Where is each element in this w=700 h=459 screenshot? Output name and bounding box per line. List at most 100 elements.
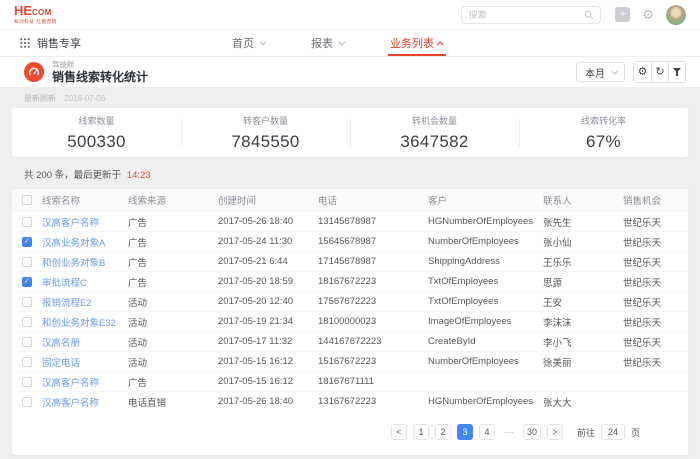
period-select[interactable]: 本月 xyxy=(576,62,625,82)
created-time-cell: 2017-05-15 16:12 xyxy=(218,376,318,387)
filter-button[interactable] xyxy=(668,62,685,82)
customer-cell: TxtOfEmployees xyxy=(428,276,543,287)
nav-tab[interactable]: 报表 xyxy=(311,30,343,56)
customer-cell: TxtOfEmployees xyxy=(428,296,543,307)
row-checkbox[interactable]: ✓ xyxy=(22,277,32,287)
row-checkbox-cell: ✓ xyxy=(12,397,42,407)
column-header: 销售机会 xyxy=(623,193,688,207)
row-checkbox[interactable]: ✓ xyxy=(22,257,32,267)
row-checkbox[interactable]: ✓ xyxy=(22,317,32,327)
search-icon xyxy=(584,10,594,20)
row-checkbox[interactable]: ✓ xyxy=(22,337,32,347)
stats-card: 线索数量 500330 转客户数量 7845550 转机会数量 3647582 … xyxy=(12,108,688,157)
stat-item: 转客户数量 7845550 xyxy=(181,108,350,157)
customer-cell: HGNumberOfEmployees xyxy=(428,216,543,227)
row-checkbox-cell: ✓ xyxy=(12,217,42,227)
page-button[interactable]: 30 xyxy=(523,424,541,440)
table-row: ✓ 汉高名册 活动 2017-05-17 11:32 144167672223 … xyxy=(12,331,688,351)
header-toolbar: 本月 ⚙ ↻ xyxy=(576,61,686,83)
opportunity-cell: 世纪乐天 xyxy=(623,295,688,309)
settings-gear-icon[interactable]: ⚙ xyxy=(642,8,654,21)
lead-name-link[interactable]: 审批流程C xyxy=(42,275,128,289)
page-button[interactable]: 3 xyxy=(457,424,473,440)
phone-cell: 15645678987 xyxy=(318,236,428,247)
lead-name-link[interactable]: 汉高客户名称 xyxy=(42,215,128,229)
phone-cell: 18167672223 xyxy=(318,276,428,287)
row-checkbox-cell: ✓ xyxy=(12,277,42,287)
table-row: ✓ 和创业务对象B 广告 2017-05-21 6:44 17145678987… xyxy=(12,251,688,271)
phone-cell: 144167672223 xyxy=(318,336,428,347)
lead-name-link[interactable]: 汉高名册 xyxy=(42,335,128,349)
column-header: 电话 xyxy=(318,193,428,207)
workspace-switcher[interactable]: 销售专享 xyxy=(20,30,232,56)
dashboard-gauge-icon xyxy=(24,62,44,82)
row-checkbox[interactable]: ✓ xyxy=(22,217,32,227)
row-checkbox[interactable]: ✓ xyxy=(22,357,32,367)
row-checkbox[interactable]: ✓ xyxy=(22,377,32,387)
nav-tab[interactable]: 业务列表 xyxy=(390,30,444,56)
lead-name-link[interactable]: 报销流程E2 xyxy=(42,295,128,309)
contact-cell: 张大大 xyxy=(543,395,623,409)
created-time-cell: 2017-05-24 11:30 xyxy=(218,236,318,247)
opportunity-cell: 世纪乐天 xyxy=(623,315,688,329)
chevron-icon xyxy=(437,41,444,48)
add-button[interactable]: + xyxy=(615,7,630,22)
user-avatar[interactable] xyxy=(666,5,686,25)
contact-cell: 李小飞 xyxy=(543,335,623,349)
lead-name-link[interactable]: 汉高客户名称 xyxy=(42,395,128,409)
lead-source-cell: 广告 xyxy=(128,235,218,249)
created-time-cell: 2017-05-21 6:44 xyxy=(218,256,318,267)
created-time-cell: 2017-05-17 11:32 xyxy=(218,336,318,347)
customer-cell: ImageOfEmployees xyxy=(428,316,543,327)
summary-time: 14:23 xyxy=(127,170,151,181)
phone-cell: 13145678987 xyxy=(318,216,428,227)
lead-name-link[interactable]: 和创业务对象E32 xyxy=(42,315,128,329)
hecom-logo[interactable]: HECOM 和创科技·红圈营销 xyxy=(14,4,57,25)
phone-cell: 17145678987 xyxy=(318,256,428,267)
column-header: 线索来源 xyxy=(128,193,218,207)
page-button[interactable]: ··· xyxy=(501,424,517,440)
page-button[interactable]: 4 xyxy=(479,424,495,440)
lead-name-link[interactable]: 和创业务对象B xyxy=(42,255,128,269)
contact-cell: 张先生 xyxy=(543,215,623,229)
next-page-button[interactable]: > xyxy=(547,424,563,440)
table-row: ✓ 审批流程C 广告 2017-05-20 18:59 18167672223 … xyxy=(12,271,688,291)
lead-name-link[interactable]: 汉高业务对象A xyxy=(42,235,128,249)
logo-tagline: 和创科技·红圈营销 xyxy=(14,20,57,25)
refresh-label: 最新刷新 xyxy=(24,94,56,103)
row-checkbox[interactable]: ✓ xyxy=(22,397,32,407)
phone-cell: 13167672223 xyxy=(318,396,428,407)
page-category: 驾驶舱 xyxy=(52,61,148,69)
select-all-checkbox[interactable] xyxy=(22,195,32,205)
settings-button[interactable]: ⚙ xyxy=(634,62,651,82)
refresh-icon: ↻ xyxy=(655,67,664,78)
row-checkbox[interactable]: ✓ xyxy=(22,237,32,247)
column-header: 创建时间 xyxy=(218,193,318,207)
lead-table: 线索名称线索来源创建时间电话客户联系人销售机会 ✓ 汉高客户名称 广告 2017… xyxy=(12,189,688,455)
created-time-cell: 2017-05-26 18:40 xyxy=(218,396,318,407)
stat-label: 线索数量 xyxy=(78,114,114,127)
row-checkbox[interactable]: ✓ xyxy=(22,297,32,307)
page-button[interactable]: 1 xyxy=(413,424,429,440)
refresh-date: 2018-07-06 xyxy=(64,94,105,103)
lead-name-link[interactable]: 汉高客户名称 xyxy=(42,375,128,389)
lead-source-cell: 活动 xyxy=(128,295,218,309)
plus-icon: + xyxy=(620,9,626,20)
search-input[interactable] xyxy=(468,10,584,20)
lead-name-link[interactable]: 固定电话 xyxy=(42,355,128,369)
opportunity-cell: 世纪乐天 xyxy=(623,215,688,229)
contact-cell: 张小仙 xyxy=(543,235,623,249)
opportunity-cell: 世纪乐天 xyxy=(623,235,688,249)
prev-page-button[interactable]: < xyxy=(391,424,407,440)
goto-page-input[interactable] xyxy=(601,424,625,440)
lead-source-cell: 广告 xyxy=(128,375,218,389)
contact-cell: 徐美丽 xyxy=(543,355,623,369)
refresh-button[interactable]: ↻ xyxy=(651,62,668,82)
row-checkbox-cell: ✓ xyxy=(12,377,42,387)
search-box[interactable] xyxy=(461,6,601,24)
chevron-down-icon xyxy=(611,67,618,74)
page-button[interactable]: 2 xyxy=(435,424,451,440)
workspace-label: 销售专享 xyxy=(37,35,81,51)
page-header: 驾驶舱 销售线索转化统计 本月 ⚙ ↻ xyxy=(0,57,700,88)
nav-tab[interactable]: 首页 xyxy=(232,30,264,56)
